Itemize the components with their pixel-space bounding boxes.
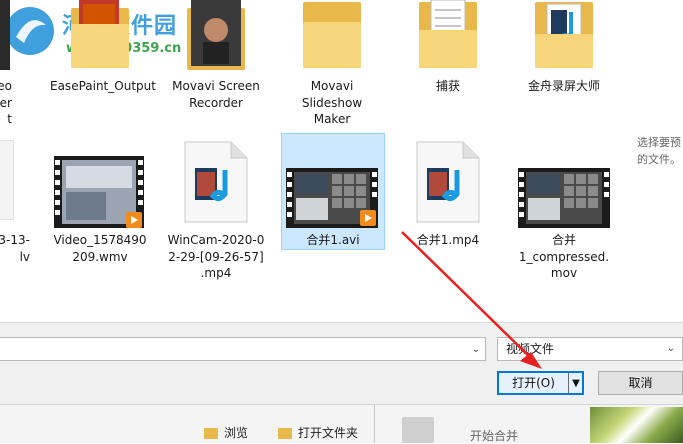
folder-item[interactable]: Movavi Slideshow Maker xyxy=(282,0,382,130)
media-file-icon xyxy=(416,141,480,223)
video-thumbnail-icon xyxy=(54,156,144,228)
file-label: 合并1.mp4 xyxy=(416,233,480,247)
folder-icon xyxy=(204,428,218,439)
preview-hint: 选择要预 的文件。 xyxy=(637,136,681,166)
file-label: 合并1.avi xyxy=(306,233,360,247)
file-item-selected[interactable]: 合并1.avi xyxy=(282,140,384,250)
filetype-select[interactable]: 视频文件 ⌄ xyxy=(497,337,683,361)
file-label: 合并 1_compressed. mov xyxy=(518,233,610,280)
chevron-down-icon[interactable]: ⌄ xyxy=(467,338,485,360)
file-item[interactable]: 合并 1_compressed. mov xyxy=(514,140,614,280)
file-item[interactable]: Video_1578490 209.wmv xyxy=(50,140,150,264)
folder-item[interactable]: 金舟录屏大师 xyxy=(514,0,614,100)
folder-label: Movavi Screen Recorder xyxy=(172,79,260,110)
folder-label: Movavi Slideshow Maker xyxy=(301,79,363,126)
folder-item[interactable]: Movavi Screen Recorder xyxy=(166,0,266,115)
folder-label: 捕获 xyxy=(435,79,460,93)
folder-icon xyxy=(278,428,292,439)
cancel-button[interactable]: 取消 xyxy=(598,371,683,395)
document-icon xyxy=(0,140,14,220)
file-label: eo ter t xyxy=(0,79,12,126)
folder-item[interactable]: 捕获 xyxy=(398,0,498,100)
folder-icon xyxy=(535,2,593,68)
divider xyxy=(374,405,375,443)
app-toolbar-strip: 浏览 打开文件夹 开始合并 xyxy=(0,404,683,443)
video-thumbnail-icon xyxy=(0,0,10,70)
background-image xyxy=(590,407,683,443)
file-item[interactable]: WinCam-2020-0 2-29-[09-26-57] .mp4 xyxy=(166,140,266,280)
file-list-area: 河东软件园 www.pc0359.cn eo ter t EasePaint_O… xyxy=(0,0,683,322)
open-folder-button[interactable]: 打开文件夹 xyxy=(278,423,358,443)
folder-label: 金舟录屏大师 xyxy=(527,79,600,93)
folder-icon xyxy=(71,0,129,68)
folder-icon xyxy=(419,0,477,68)
caret-down-icon[interactable]: ▼ xyxy=(570,373,582,393)
video-thumbnail-icon xyxy=(286,168,378,228)
folder-icon xyxy=(303,2,361,68)
dialog-footer: ⌄ 视频文件 ⌄ 打开(O) ▼ 取消 xyxy=(0,322,683,405)
split-divider xyxy=(568,373,569,393)
open-button[interactable]: 打开(O) ▼ xyxy=(497,371,584,395)
video-thumbnail-icon xyxy=(518,168,610,228)
open-folder-label: 打开文件夹 xyxy=(298,426,359,440)
folder-label: EasePaint_Output xyxy=(50,79,156,93)
browse-label: 浏览 xyxy=(224,426,249,440)
file-item[interactable]: 合并1.mp4 xyxy=(398,140,498,260)
file-item[interactable]: 3-13- lv xyxy=(0,140,30,264)
filetype-selected: 视频文件 xyxy=(506,342,555,356)
browse-button[interactable]: 浏览 xyxy=(204,423,248,443)
filename-combobox[interactable]: ⌄ xyxy=(0,337,486,361)
chevron-down-icon[interactable]: ⌄ xyxy=(662,338,680,360)
file-item[interactable]: eo ter t xyxy=(0,0,20,130)
folder-icon xyxy=(187,0,245,70)
file-label: 3-13- lv xyxy=(0,233,30,264)
open-button-label: 打开(O) xyxy=(512,376,555,390)
file-label: Video_1578490 209.wmv xyxy=(53,233,147,264)
merge-icon xyxy=(402,417,434,443)
media-file-icon xyxy=(184,141,248,223)
start-merge-button[interactable]: 开始合并 xyxy=(470,427,518,444)
folder-item[interactable]: EasePaint_Output xyxy=(50,0,156,115)
file-label: WinCam-2020-0 2-29-[09-26-57] .mp4 xyxy=(167,233,265,280)
